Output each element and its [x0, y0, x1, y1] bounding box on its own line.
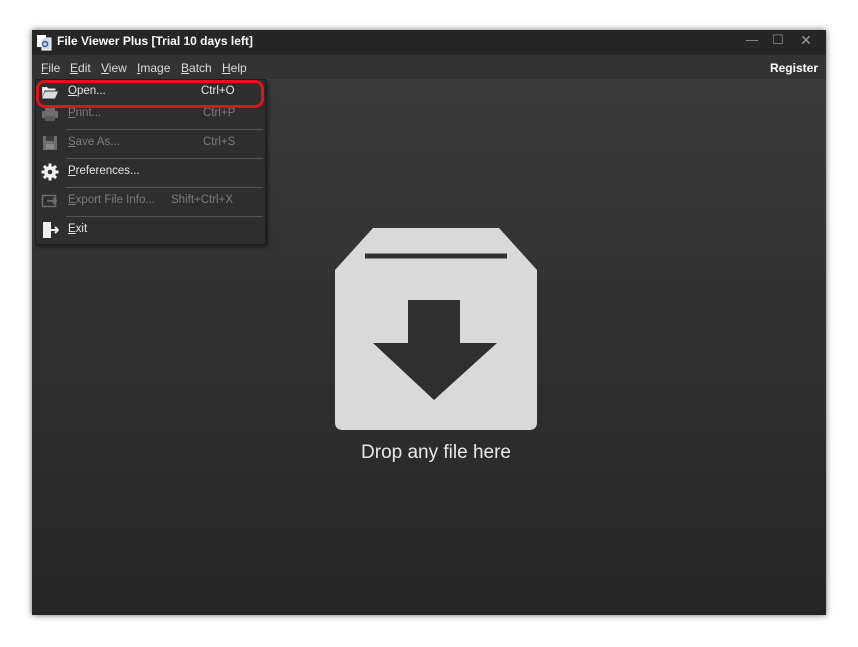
app-window: File Viewer Plus [Trial 10 days left] — … — [32, 30, 826, 615]
exit-icon — [43, 222, 59, 238]
close-icon: ✕ — [800, 32, 812, 48]
menu-item-save-as[interactable]: Save As... Ctrl+S — [36, 132, 265, 154]
menu-item-label: Print... — [68, 107, 102, 119]
menu-separator — [66, 216, 263, 217]
open-highlight-annotation — [36, 80, 264, 108]
maximize-button[interactable]: ☐ — [764, 30, 792, 50]
maximize-icon: ☐ — [772, 32, 784, 47]
menu-item-label: Exit — [68, 223, 88, 235]
drop-zone-label: Drop any file here — [361, 442, 511, 463]
menu-image[interactable]: Image — [137, 61, 170, 75]
menu-item-exit[interactable]: Exit — [36, 219, 265, 241]
menu-item-label: Save As... — [68, 136, 120, 148]
menu-separator — [66, 129, 263, 130]
menu-help[interactable]: Help — [222, 61, 247, 75]
menu-item-label: Export File Info... — [68, 194, 155, 206]
menu-separator — [66, 187, 263, 188]
menu-item-shortcut: Ctrl+S — [203, 136, 236, 148]
menu-item-shortcut: Shift+Ctrl+X — [171, 194, 233, 206]
menu-edit[interactable]: Edit — [70, 61, 91, 75]
menu-item-export-file-info[interactable]: Export File Info... Shift+Ctrl+X — [36, 190, 265, 212]
box-download-icon — [335, 228, 537, 430]
menu-file[interactable]: File — [41, 61, 60, 75]
register-link[interactable]: Register — [770, 61, 818, 75]
close-button[interactable]: ✕ — [790, 30, 822, 50]
menu-item-label: Preferences... — [68, 165, 140, 177]
minimize-button[interactable]: — — [738, 30, 766, 50]
export-icon — [41, 194, 58, 208]
title-bar[interactable]: File Viewer Plus [Trial 10 days left] — … — [32, 30, 826, 55]
app-logo-icon — [37, 35, 52, 51]
menu-batch[interactable]: Batch — [181, 61, 212, 75]
floppy-disk-icon — [43, 136, 57, 150]
menu-bar: File Edit View Image Batch Help Register — [32, 55, 826, 80]
menu-view[interactable]: View — [101, 61, 127, 75]
menu-item-shortcut: Ctrl+P — [203, 107, 236, 119]
menu-separator — [66, 158, 263, 159]
gear-icon — [41, 163, 59, 181]
window-title: File Viewer Plus [Trial 10 days left] — [57, 34, 253, 48]
minimize-icon: — — [745, 32, 759, 47]
menu-item-preferences[interactable]: Preferences... — [36, 161, 265, 183]
